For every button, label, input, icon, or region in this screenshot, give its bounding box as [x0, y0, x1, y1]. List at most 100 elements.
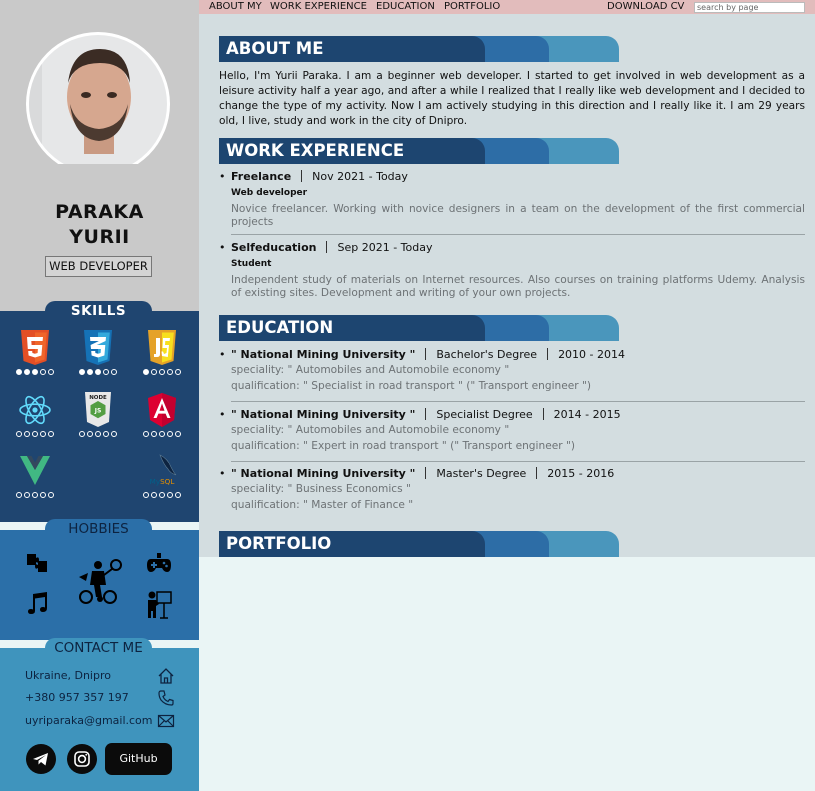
hobbies-heading: HOBBIES — [45, 519, 152, 539]
home-icon — [158, 668, 174, 684]
location-text: Ukraine, Dnipro — [25, 669, 111, 682]
work-company: Freelance — [231, 170, 292, 183]
education-item: " National Mining University " Master's D… — [219, 467, 805, 513]
contact-email[interactable]: uyriparaka@gmail.com — [25, 712, 175, 730]
skill-vue — [7, 453, 63, 498]
download-cv-link[interactable]: DOWNLOAD CV — [607, 0, 684, 14]
skill-html5 — [7, 330, 63, 375]
work-company: Selfeducation — [231, 241, 317, 254]
javascript-icon — [148, 330, 176, 365]
html5-icon — [21, 330, 49, 365]
skill-mysql: MySQL — [134, 453, 190, 498]
puzzle-icon — [27, 554, 47, 572]
svg-text:NODE: NODE — [89, 395, 107, 401]
github-button[interactable]: GitHub — [105, 743, 172, 775]
contact-location: Ukraine, Dnipro — [25, 667, 175, 685]
skill-level-dots — [7, 492, 63, 498]
profile-name: PARAKA YURII — [0, 200, 199, 250]
avatar — [12, 19, 185, 164]
work-title: WORK EXPERIENCE — [226, 141, 405, 160]
profile-last-name: PARAKA — [55, 201, 144, 223]
mysql-icon: MySQL — [150, 454, 177, 486]
skill-react — [7, 392, 63, 437]
top-nav: ABOUT MY WORK EXPERIENCE EDUCATION PORTF… — [199, 0, 815, 14]
skill-javascript — [134, 330, 190, 375]
nav-about[interactable]: ABOUT MY — [209, 0, 262, 14]
phone-text[interactable]: +380 957 357 197 — [25, 691, 129, 704]
work-period: Sep 2021 - Today — [337, 241, 433, 254]
work-description: Novice freelancer. Working with novice d… — [231, 203, 805, 228]
email-text[interactable]: uyriparaka@gmail.com — [25, 714, 153, 727]
work-description: Independent study of materials on Intern… — [231, 274, 805, 299]
angular-icon — [148, 393, 176, 427]
skill-level-dots — [134, 369, 190, 375]
divider — [231, 234, 805, 235]
education-school: " National Mining University " — [231, 348, 416, 361]
sidebar: PARAKA YURII WEB DEVELOPER SKILLS NODE J… — [0, 0, 199, 791]
nav-portfolio[interactable]: PORTFOLIO — [444, 0, 500, 14]
instagram-icon — [74, 751, 90, 767]
skill-level-dots — [70, 369, 126, 375]
skill-level-dots — [134, 431, 190, 437]
work-heading: WORK EXPERIENCE — [219, 138, 619, 164]
nodejs-icon: NODE JS — [85, 392, 111, 427]
education-qualification: qualification: " Specialist in road tran… — [231, 380, 592, 392]
about-title: ABOUT ME — [226, 39, 324, 58]
music-icon — [28, 592, 47, 614]
about-text: Hello, I'm Yurii Paraka. I am a beginner… — [219, 70, 805, 127]
education-period: 2015 - 2016 — [547, 467, 615, 480]
contact-phone[interactable]: +380 957 357 197 — [25, 689, 175, 707]
education-degree: Specialist Degree — [436, 408, 533, 421]
portfolio-heading: PORTFOLIO — [219, 531, 619, 557]
profile-first-name: YURII — [69, 226, 130, 248]
svg-text:JS: JS — [94, 408, 102, 415]
vue-icon — [20, 456, 50, 485]
skill-nodejs: NODE JS — [70, 392, 126, 437]
telegram-button[interactable] — [26, 744, 56, 774]
education-title: EDUCATION — [226, 318, 334, 337]
css3-icon — [84, 330, 112, 365]
work-item: Selfeducation Sep 2021 - Today Student In… — [219, 241, 805, 300]
education-heading: EDUCATION — [219, 315, 619, 341]
mail-icon — [157, 714, 175, 728]
skill-level-dots — [70, 431, 126, 437]
react-icon — [19, 395, 51, 425]
phone-icon — [158, 690, 174, 706]
education-item: " National Mining University " Specialist… — [219, 408, 805, 454]
work-position: Student — [231, 259, 272, 269]
education-degree: Bachelor's Degree — [436, 348, 538, 361]
telegram-icon — [33, 753, 48, 766]
svg-text:MySQL: MySQL — [150, 477, 175, 486]
education-school: " National Mining University " — [231, 408, 416, 421]
education-item: " National Mining University " Bachelor's… — [219, 348, 805, 394]
education-degree: Master's Degree — [436, 467, 527, 480]
portfolio-title: PORTFOLIO — [226, 534, 332, 553]
education-school: " National Mining University " — [231, 467, 416, 480]
main-content: ABOUT ME Hello, I'm Yurii Paraka. I am a… — [199, 14, 815, 557]
work-item: FreelanceNov 2021 - Today Web developer … — [219, 170, 805, 229]
skill-level-dots — [134, 492, 190, 498]
sports-icon — [79, 559, 122, 604]
education-qualification: qualification: " Expert in road transpor… — [231, 440, 575, 452]
about-heading: ABOUT ME — [219, 36, 619, 62]
contact-heading: CONTACT ME — [45, 638, 152, 658]
divider — [231, 461, 805, 462]
teaching-icon — [148, 591, 172, 619]
instagram-button[interactable] — [67, 744, 97, 774]
education-speciality: speciality: " Automobiles and Automobile… — [231, 424, 510, 436]
work-position: Web developer — [231, 188, 308, 198]
skills-heading: SKILLS — [45, 301, 152, 321]
search-input[interactable] — [694, 2, 805, 13]
education-period: 2010 - 2014 — [558, 348, 626, 361]
skill-css3 — [70, 330, 126, 375]
education-qualification: qualification: " Master of Finance " — [231, 499, 414, 511]
education-speciality: speciality: " Automobiles and Automobile… — [231, 364, 510, 376]
skill-level-dots — [7, 431, 63, 437]
role-badge: WEB DEVELOPER — [45, 256, 152, 277]
divider — [231, 401, 805, 402]
nav-work-experience[interactable]: WORK EXPERIENCE — [270, 0, 367, 14]
work-period: Nov 2021 - Today — [312, 170, 408, 183]
gamepad-icon — [147, 553, 171, 572]
education-period: 2014 - 2015 — [553, 408, 621, 421]
nav-education[interactable]: EDUCATION — [376, 0, 435, 14]
